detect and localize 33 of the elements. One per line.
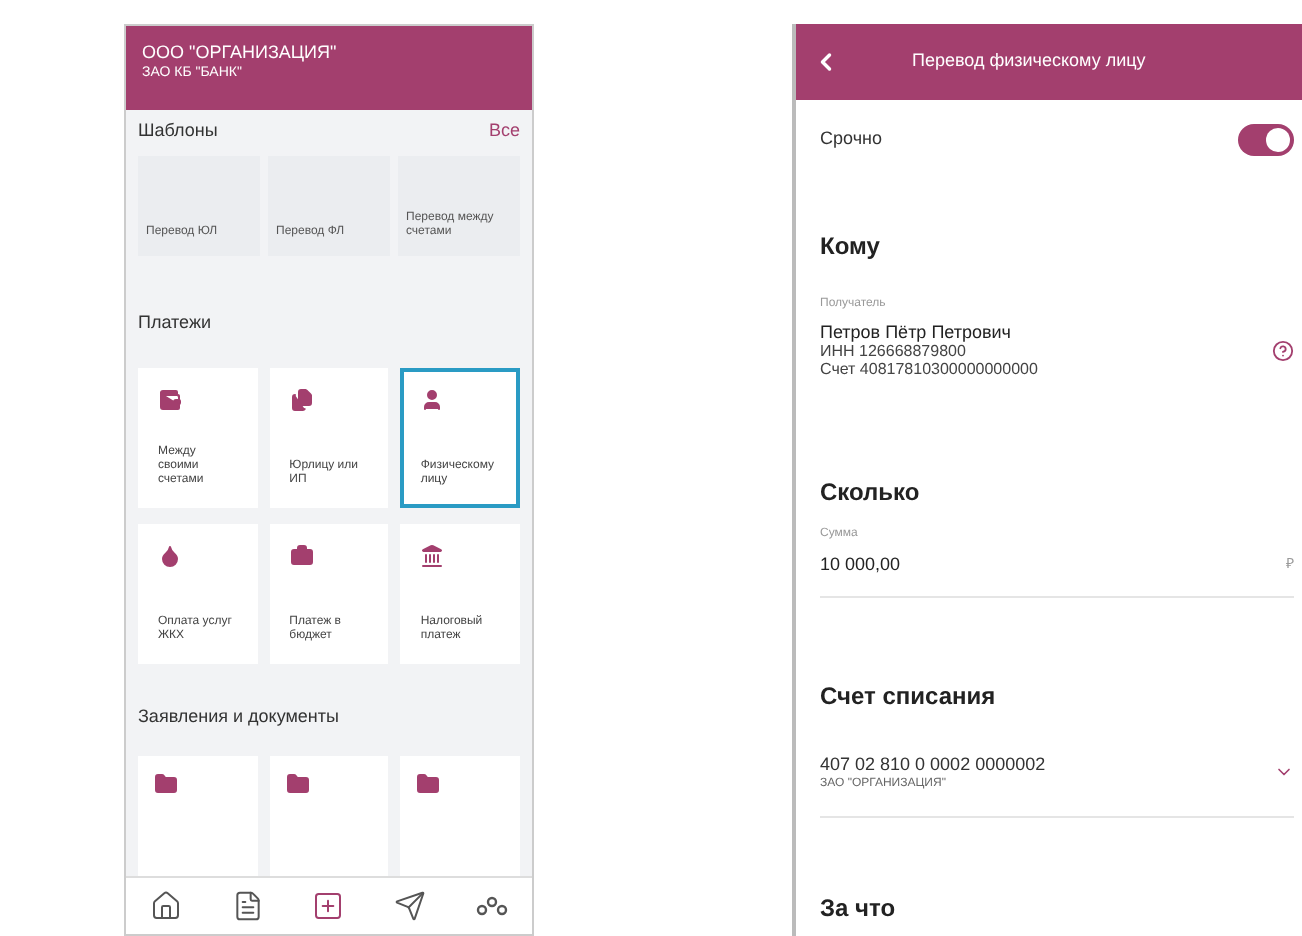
documents-icon [289,388,314,413]
section-title: Заявления и документы [138,704,341,731]
section-title: Платежи [138,312,212,333]
toggle-switch[interactable] [1238,124,1294,156]
section-title: За что [820,891,898,925]
all-link[interactable]: Все [488,117,520,145]
recipient-name: Петров Пётр Петрович [820,322,1013,342]
folder-icon [285,771,310,796]
bank-icon [420,544,445,569]
document-card[interactable] [138,755,258,876]
wallet-icon [158,388,182,413]
section-title: Шаблоны [138,117,218,144]
urgent-label: Срочно [820,126,882,153]
plus-icon[interactable] [312,889,345,922]
document-card[interactable] [269,755,389,876]
organization-name[interactable]: ООО "ОРГАНИЗАЦИЯ" [142,42,516,64]
section-title: Сколько [820,476,922,510]
section-title: Кому [820,230,882,264]
folder-icon [416,771,441,796]
drop-icon [158,544,182,569]
help-icon[interactable] [1272,339,1294,361]
section-title: Счет списания [820,679,998,713]
document-icon[interactable] [231,889,264,922]
recipient-account: Счет 40817810300000000000 [820,360,1038,378]
dots-icon[interactable] [475,893,508,918]
recipient-inn: ИНН 126668879800 [820,342,968,360]
bag-icon [289,544,314,569]
document-card[interactable] [400,755,520,876]
person-icon [420,388,445,413]
paper-plane-icon[interactable] [394,889,427,922]
screen-title: Перевод физическому лицу [912,48,1146,75]
home-icon[interactable] [150,889,183,922]
folder-icon [154,771,178,796]
